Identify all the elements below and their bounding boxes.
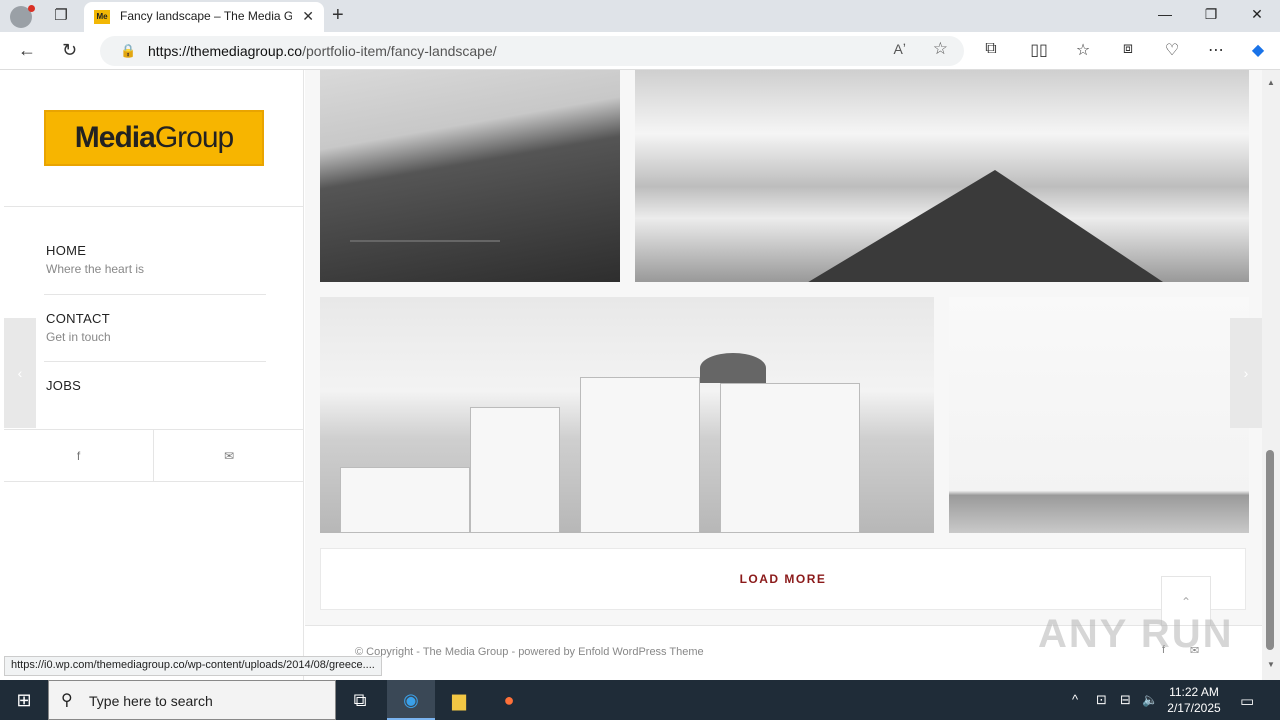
network-icon[interactable]: ⊟ [1120, 692, 1131, 708]
notifications-icon[interactable]: ▭ [1240, 692, 1254, 710]
search-icon: ⚲ [61, 692, 73, 709]
scroll-up-icon[interactable]: ▲ [1267, 78, 1275, 87]
volume-icon[interactable]: 🔈 [1142, 692, 1158, 708]
url-text[interactable]: https://themediagroup.co/portfolio-item/… [148, 43, 497, 59]
browser-essentials-icon[interactable]: ♡ [1160, 40, 1184, 60]
url-path: /portfolio-item/fancy-landscape/ [302, 43, 497, 59]
refresh-icon[interactable]: ↻ [62, 40, 77, 61]
portfolio-image-rock-clouds[interactable] [635, 70, 1249, 282]
collections-icon[interactable]: ⧈ [1116, 40, 1140, 58]
tray-app-icon[interactable]: ⊡ [1096, 692, 1107, 708]
tab-actions-icon[interactable]: ❐ [50, 6, 72, 26]
divider [4, 481, 304, 482]
copilot-icon[interactable]: ◆ [1246, 40, 1270, 60]
read-aloud-icon[interactable]: Aʼ [894, 41, 906, 57]
extensions-icon[interactable]: ⧉ [979, 40, 1003, 58]
tray-overflow-icon[interactable]: ^ [1072, 692, 1078, 707]
task-view-icon[interactable]: ⧉ [336, 680, 384, 720]
menu-item-jobs[interactable]: JOBS [46, 378, 266, 393]
logo-text-light: Group [154, 121, 234, 154]
clock-time: 11:22 AM [1169, 685, 1219, 699]
browser-tab-bar: ❐ Me Fancy landscape – The Media Gro ✕ +… [0, 0, 1280, 32]
taskbar-search[interactable]: ⚲ Type here to search [48, 680, 336, 720]
page-viewport: MediaGroup HOME Where the heart is CONTA… [0, 70, 1262, 680]
menu-item-contact[interactable]: CONTACT Get in touch [46, 311, 266, 344]
link-status-bar: https://i0.wp.com/themediagroup.co/wp-co… [4, 656, 382, 676]
copyright-text: © Copyright - The Media Group - powered … [355, 646, 704, 658]
building-shape [340, 467, 470, 533]
portfolio-image-santorini[interactable] [320, 297, 934, 533]
building-shape [580, 377, 700, 533]
portfolio-image-hill-path[interactable] [320, 70, 620, 282]
windows-start-icon[interactable]: ⊞ [0, 680, 48, 720]
slide-prev-icon[interactable]: ‹ [4, 318, 36, 428]
divider [44, 294, 266, 295]
restore-icon[interactable]: ❐ [1188, 6, 1234, 23]
favorite-star-icon[interactable]: ☆ [933, 39, 948, 59]
firefox-app-icon[interactable]: ● [485, 680, 533, 720]
logo[interactable]: MediaGroup [44, 110, 264, 166]
notification-dot [28, 5, 35, 12]
menu-sublabel: Get in touch [46, 330, 111, 344]
favorites-icon[interactable]: ☆ [1071, 40, 1095, 60]
favicon-icon: Me [94, 10, 110, 24]
browser-toolbar: ← ↻ 🔒 https://themediagroup.co/portfolio… [0, 32, 1280, 70]
search-placeholder: Type here to search [89, 693, 213, 709]
more-menu-icon[interactable]: ⋯ [1204, 40, 1228, 60]
portfolio-image-hay-field[interactable] [949, 297, 1249, 533]
mail-icon[interactable]: ✉ [154, 430, 304, 482]
menu-item-home[interactable]: HOME Where the heart is [46, 243, 266, 276]
building-shape [720, 383, 860, 533]
menu-label: CONTACT [46, 311, 110, 326]
system-clock[interactable]: 11:22 AM 2/17/2025 [1166, 684, 1222, 716]
file-explorer-icon[interactable]: ▆ [435, 680, 483, 720]
watermark: ANY RUN [1038, 612, 1234, 656]
address-bar[interactable]: 🔒 https://themediagroup.co/portfolio-ite… [100, 36, 964, 66]
clock-date: 2/17/2025 [1167, 701, 1221, 715]
tab-title: Fancy landscape – The Media Gro [120, 9, 292, 23]
edge-app-icon[interactable]: ◉ [387, 680, 435, 720]
new-tab-icon[interactable]: + [332, 4, 344, 27]
menu-label: HOME [46, 243, 87, 258]
url-host: https://themediagroup.co [148, 43, 303, 59]
scroll-down-icon[interactable]: ▼ [1267, 660, 1275, 669]
fence-detail [350, 240, 500, 282]
building-shape [470, 407, 560, 533]
taskbar: ⊞ ⚲ Type here to search ⧉ ◉ ▆ ● ^ ⊡ ⊟ 🔈 … [0, 680, 1280, 720]
menu-sublabel: Where the heart is [46, 262, 145, 276]
close-tab-icon[interactable]: ✕ [302, 8, 314, 25]
back-icon[interactable]: ← [18, 40, 36, 61]
facebook-icon[interactable]: f [4, 430, 154, 482]
divider [44, 361, 266, 362]
slide-next-icon[interactable]: › [1230, 318, 1262, 428]
load-more-button[interactable]: LOAD MORE [320, 548, 1246, 610]
dome-shape [700, 353, 766, 383]
split-screen-icon[interactable]: ▯▯ [1027, 40, 1051, 60]
menu-label: JOBS [46, 378, 82, 393]
minimize-icon[interactable]: — [1142, 6, 1188, 22]
browser-tab-active[interactable]: Me Fancy landscape – The Media Gro ✕ [84, 2, 324, 32]
divider [4, 206, 304, 207]
rock-detail [795, 170, 1175, 282]
close-window-icon[interactable]: ✕ [1234, 6, 1280, 23]
page-scrollbar[interactable]: ▲ ▼ [1262, 70, 1280, 680]
logo-text-bold: Media [74, 121, 156, 154]
scrollbar-thumb[interactable] [1266, 450, 1274, 650]
sidebar: MediaGroup HOME Where the heart is CONTA… [4, 70, 304, 680]
lock-icon[interactable]: 🔒 [120, 43, 136, 59]
